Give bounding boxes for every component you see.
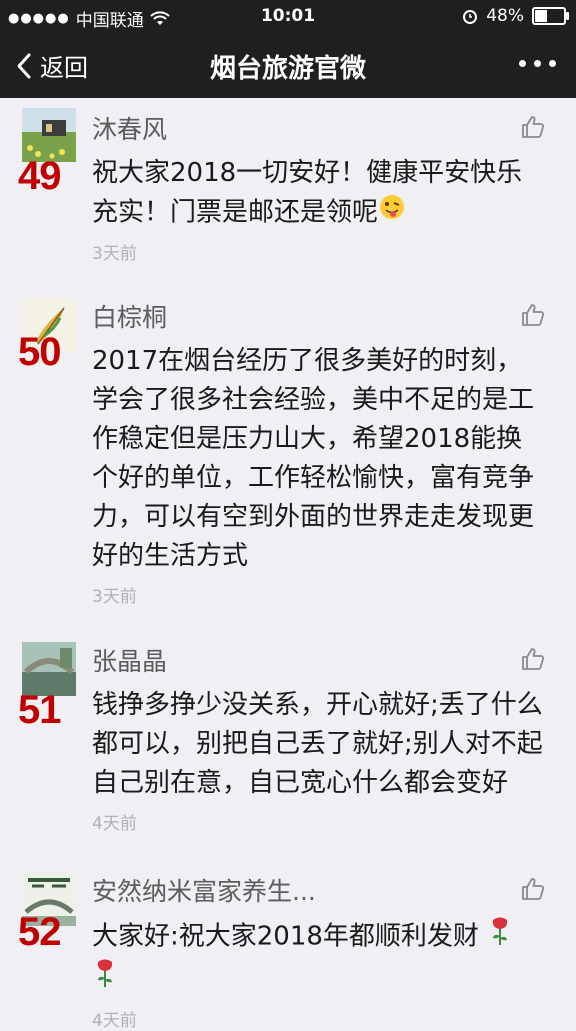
thumbs-up-icon[interactable] bbox=[520, 876, 546, 902]
commenter-name[interactable]: 沐春风 bbox=[92, 98, 546, 146]
more-dot-icon bbox=[549, 60, 556, 67]
battery-icon bbox=[532, 7, 569, 25]
battery-level-fill bbox=[535, 10, 547, 22]
winking-tongue-emoji bbox=[378, 193, 406, 233]
more-dot-icon bbox=[519, 60, 526, 67]
thumbs-up-icon[interactable] bbox=[520, 646, 546, 672]
rank-number: 49 bbox=[18, 154, 61, 198]
comment-time: 4天前 bbox=[92, 1011, 137, 1031]
comment-time: 4天前 bbox=[92, 814, 137, 834]
rose-emoji bbox=[487, 916, 513, 958]
comment-body: 大家好:祝大家2018年都顺利发财 bbox=[92, 921, 479, 952]
status-right: 48% bbox=[462, 6, 569, 26]
comment-text: 钱挣多挣少没关系，开心就好;丢了什么都可以，别把自己丢了就好;别人对不起自己别在… bbox=[92, 690, 543, 798]
rose-emoji bbox=[92, 958, 118, 1000]
comment-item: 49 沐春风 祝大家2018一切安好！健康平安快乐充实！门票是邮还是领呢 3天前 bbox=[0, 98, 576, 296]
comment-text: 祝大家2018一切安好！健康平安快乐充实！门票是邮还是领呢 bbox=[92, 154, 546, 233]
comment-item: 51 张晶晶 钱挣多挣少没关系，开心就好;丢了什么都可以，别把自己丢了就好;别人… bbox=[0, 640, 576, 870]
comment-text: 2017在烟台经历了很多美好的时刻，学会了很多社会经验，美中不足的是工作稳定但是… bbox=[92, 346, 535, 571]
nav-bar: 返回 烟台旅游官微 bbox=[0, 34, 576, 98]
comment-item: 52 安然纳米富家养生... 大家好:祝大家2018年都顺利发财 4天前 bbox=[0, 870, 576, 1031]
more-options-button[interactable] bbox=[519, 60, 556, 67]
more-dot-icon bbox=[534, 60, 541, 67]
commenter-name[interactable]: 白棕桐 bbox=[92, 296, 546, 334]
comment-time: 3天前 bbox=[92, 244, 137, 264]
comment-text: 大家好:祝大家2018年都顺利发财 bbox=[92, 916, 546, 1000]
commenter-name[interactable]: 安然纳米富家养生... bbox=[92, 870, 546, 908]
rank-number: 52 bbox=[18, 910, 61, 954]
comment-body: 祝大家2018一切安好！健康平安快乐充实！门票是邮还是领呢 bbox=[92, 158, 523, 228]
battery-percent: 48% bbox=[486, 6, 524, 26]
rank-number: 51 bbox=[18, 688, 61, 732]
rank-number: 50 bbox=[18, 330, 61, 374]
comment-time: 3天前 bbox=[92, 587, 137, 607]
thumbs-up-icon[interactable] bbox=[520, 114, 546, 140]
commenter-name[interactable]: 张晶晶 bbox=[92, 640, 546, 678]
comment-item: 50 白棕桐 2017在烟台经历了很多美好的时刻，学会了很多社会经验，美中不足的… bbox=[0, 296, 576, 640]
alarm-icon bbox=[463, 10, 478, 24]
page-title: 烟台旅游官微 bbox=[209, 54, 366, 84]
status-bar: ●●●●● 中国联通 10:01 48% bbox=[0, 0, 576, 34]
comment-list: 49 沐春风 祝大家2018一切安好！健康平安快乐充实！门票是邮还是领呢 3天前… bbox=[0, 98, 576, 1031]
thumbs-up-icon[interactable] bbox=[520, 302, 546, 328]
